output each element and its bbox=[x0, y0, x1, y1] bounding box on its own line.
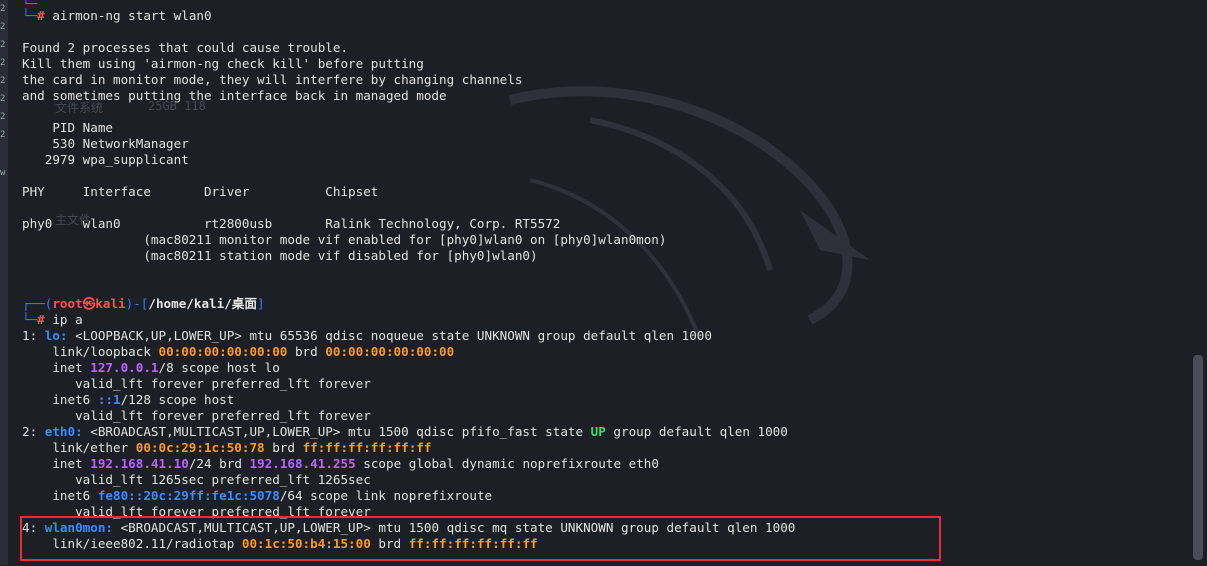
output-line: inet 127.0.0.1/8 scope host lo bbox=[22, 360, 280, 375]
command-line: └─# airmon-ng start wlan0 bbox=[22, 8, 212, 23]
output-line: Found 2 processes that could cause troub… bbox=[22, 40, 349, 55]
output-line: (mac80211 monitor mode vif enabled for [… bbox=[22, 232, 667, 247]
output-line: (mac80211 station mode vif disabled for … bbox=[22, 248, 538, 263]
output-line: and sometimes putting the interface back… bbox=[22, 88, 447, 103]
output-line: link/loopback 00:00:00:00:00:00 brd 00:0… bbox=[22, 344, 455, 359]
strip-char: 2 bbox=[0, 130, 6, 140]
output-line: inet6 ::1/128 scope host bbox=[22, 392, 235, 407]
terminal-output[interactable]: └─ └─# airmon-ng start wlan0 Found 2 pro… bbox=[22, 0, 1192, 566]
output-line: inet 192.168.41.10/24 brd 192.168.41.255… bbox=[22, 456, 659, 471]
left-window-strip: 2 2 2 2 2 2 2 2 w bbox=[0, 0, 8, 565]
output-line: 2979 wpa_supplicant bbox=[22, 152, 189, 167]
strip-char: 2 bbox=[0, 40, 6, 50]
strip-char: w bbox=[0, 168, 6, 178]
output-line: valid_lft forever preferred_lft forever bbox=[22, 376, 371, 391]
output-line: valid_lft forever preferred_lft forever bbox=[22, 408, 371, 423]
output-line: PHY Interface Driver Chipset bbox=[22, 184, 379, 199]
output-line: phy0 wlan0 rt2800usb Ralink Technology, … bbox=[22, 216, 561, 231]
output-line: 1: lo: <LOOPBACK,UP,LOWER_UP> mtu 65536 … bbox=[22, 328, 712, 343]
strip-char: 2 bbox=[0, 22, 6, 32]
output-line: valid_lft 1265sec preferred_lft 1265sec bbox=[22, 472, 371, 487]
strip-char: 2 bbox=[0, 112, 6, 122]
output-line: link/ether 00:0c:29:1c:50:78 brd ff:ff:f… bbox=[22, 440, 432, 455]
strip-char: 2 bbox=[0, 94, 6, 104]
output-line: Kill them using 'airmon-ng check kill' b… bbox=[22, 56, 424, 71]
command-line: └─# ip a bbox=[22, 312, 83, 327]
output-line: 2: eth0: <BROADCAST,MULTICAST,UP,LOWER_U… bbox=[22, 424, 788, 439]
strip-char: 2 bbox=[0, 76, 6, 86]
prompt-line: ┌──(root㉿kali)-[/home/kali/桌面] bbox=[22, 296, 265, 311]
output-line: inet6 fe80::20c:29ff:fe1c:5078/64 scope … bbox=[22, 488, 493, 503]
red-highlight-box bbox=[20, 516, 941, 561]
strip-char: 2 bbox=[0, 58, 6, 68]
output-line: 530 NetworkManager bbox=[22, 136, 189, 151]
terminal-scrollbar[interactable] bbox=[1193, 355, 1203, 560]
output-line: the card in monitor mode, they will inte… bbox=[22, 72, 523, 87]
output-line: PID Name bbox=[22, 120, 113, 135]
strip-char: 2 bbox=[0, 4, 6, 14]
